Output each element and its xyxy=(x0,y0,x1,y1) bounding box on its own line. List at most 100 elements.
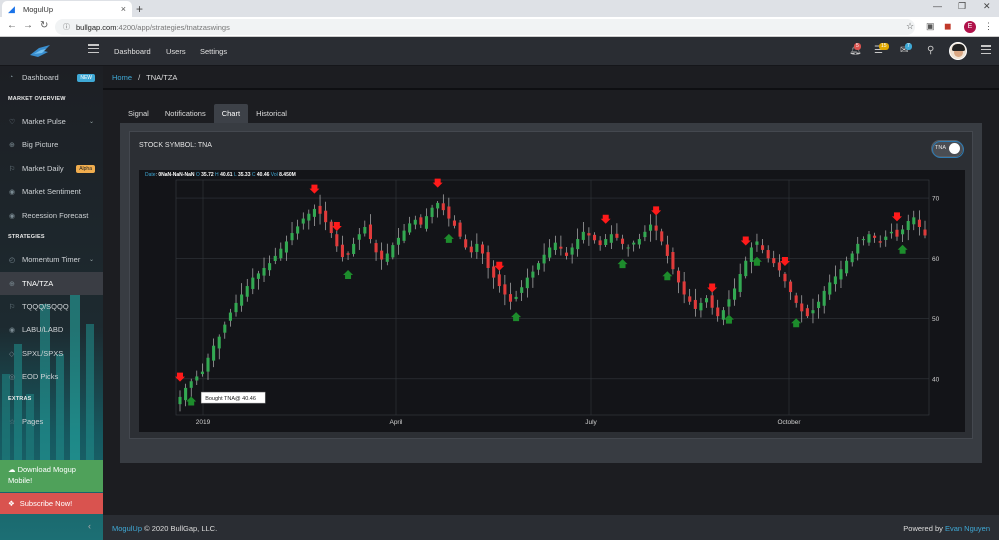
candlestick-chart-svg[interactable]: 40 50 60 70 2019 April July October Bought TNA@ … xyxy=(139,170,965,432)
sidebar-item-market-sentiment[interactable]: ◉ Market Sentiment xyxy=(0,180,103,203)
dashboard-icon: ◔ xyxy=(9,74,14,81)
tab-signal[interactable]: Signal xyxy=(120,104,157,123)
tab-historical[interactable]: Historical xyxy=(248,104,295,123)
candle-body xyxy=(570,247,574,255)
sidebar-item-dashboard[interactable]: ◔ Dashboard NEW xyxy=(0,66,103,89)
extension-icon[interactable]: ▣ xyxy=(926,21,935,32)
candle-body xyxy=(419,217,423,225)
candle-body xyxy=(587,233,591,236)
sidebar-item-label: Pages xyxy=(22,417,44,426)
toggle-knob xyxy=(949,143,960,154)
extension-red-icon[interactable]: ◼ xyxy=(944,21,951,32)
browser-tab-title: MogulUp xyxy=(23,4,54,14)
url-field[interactable]: ⓘ bullgap.com:4200/app/strategies/tnatza… xyxy=(55,19,915,35)
sidebar: ◔ Dashboard NEW MARKET OVERVIEW ♡ Market… xyxy=(0,66,103,540)
sidebar-toggle-icon[interactable] xyxy=(88,44,99,53)
sidebar-item-spxl-spxs[interactable]: ◇ SPXL/SPXS xyxy=(0,342,103,365)
sidebar-item-tna-tza[interactable]: ⊕ TNA/TZA xyxy=(0,272,103,295)
footer-credits: Powered by Evan Nguyen xyxy=(903,524,990,533)
sidebar-item-label: SPXL/SPXS xyxy=(22,349,64,358)
candle-body xyxy=(200,371,204,375)
candle-body xyxy=(755,241,759,245)
candle-body xyxy=(749,247,753,262)
nav-users[interactable]: Users xyxy=(166,47,186,56)
tab-notifications[interactable]: Notifications xyxy=(157,104,214,123)
candle-body xyxy=(783,273,787,282)
user-avatar[interactable] xyxy=(949,42,967,60)
browser-profile-avatar[interactable]: E xyxy=(964,21,976,33)
buy-arrow-icon xyxy=(791,318,802,328)
subscribe-button[interactable]: ❖ Subscribe Now! xyxy=(0,493,103,514)
sidebar-item-tqqq-sqqq[interactable]: ⚐ TQQQ/SQQQ xyxy=(0,295,103,318)
tab-close-icon[interactable]: × xyxy=(121,4,126,14)
reload-icon[interactable]: ↻ xyxy=(40,20,48,31)
nav-settings[interactable]: Settings xyxy=(200,47,227,56)
minimize-icon[interactable]: — xyxy=(933,1,942,11)
location-pin-icon[interactable]: ⚲ xyxy=(927,45,934,56)
footer-brand-link[interactable]: MogulUp xyxy=(112,524,142,533)
info-icon[interactable]: ⓘ xyxy=(63,22,70,32)
section-extras: EXTRAS xyxy=(8,396,32,402)
eye-icon: ◉ xyxy=(9,212,16,220)
stock-chart[interactable]: 40 50 60 70 2019 April July October Bought TNA@ … xyxy=(139,170,965,432)
candle-body xyxy=(548,247,552,258)
nav-dashboard[interactable]: Dashboard xyxy=(114,47,151,56)
tab-chart[interactable]: Chart xyxy=(213,104,249,123)
breadcrumb-home-link[interactable]: Home xyxy=(112,73,132,82)
candle-body xyxy=(273,255,277,261)
sidebar-collapse-icon[interactable]: ‹ xyxy=(88,521,91,531)
candle-body xyxy=(867,234,871,243)
forward-icon[interactable]: → xyxy=(23,20,33,31)
sidebar-item-market-daily[interactable]: ⚐ Market Daily Alpha xyxy=(0,157,103,180)
candle-body xyxy=(508,294,513,302)
candle-body xyxy=(581,231,585,240)
buy-arrow-icon xyxy=(897,244,908,254)
browser-menu-icon[interactable]: ⋮ xyxy=(984,21,993,32)
candle-body xyxy=(917,219,921,227)
candle-body xyxy=(884,236,888,240)
candle-body xyxy=(833,276,837,285)
x-tick-label: 2019 xyxy=(196,419,211,426)
sidebar-item-market-pulse[interactable]: ♡ Market Pulse ⌄ xyxy=(0,110,103,133)
candle-body xyxy=(716,307,720,317)
buy-arrow-icon xyxy=(617,259,628,269)
sidebar-item-momentum-timer[interactable]: ◴ Momentum Timer ⌄ xyxy=(0,248,103,271)
candle-body xyxy=(486,252,490,268)
restore-icon[interactable]: ❐ xyxy=(958,1,966,12)
bullgap-logo-icon[interactable] xyxy=(28,42,52,60)
candle-body xyxy=(256,273,260,279)
breadcrumb-current: TNA/TZA xyxy=(146,73,178,82)
candle-body xyxy=(296,226,300,234)
candle-body xyxy=(632,242,636,245)
heart-icon: ♡ xyxy=(9,118,16,126)
back-icon[interactable]: ← xyxy=(7,20,17,31)
candle-body xyxy=(536,263,541,270)
symbol-toggle[interactable]: TNA xyxy=(931,140,964,158)
diamond-icon: ◇ xyxy=(9,350,15,358)
sidebar-item-labu-labd[interactable]: ◉ LABU/LABD xyxy=(0,318,103,341)
aside-menu-icon[interactable] xyxy=(981,45,991,54)
sidebar-item-recession-forecast[interactable]: ◉ Recession Forecast xyxy=(0,204,103,227)
new-tab-icon[interactable]: + xyxy=(136,2,143,16)
sidebar-item-label: TNA/TZA xyxy=(22,279,54,288)
candle-body xyxy=(514,296,518,299)
candle-body xyxy=(772,258,776,264)
candle-body xyxy=(693,299,697,309)
ohlc-low-value: 35.33 xyxy=(237,172,251,178)
window-close-icon[interactable]: ✕ xyxy=(983,1,991,12)
bookmark-star-icon[interactable]: ☆ xyxy=(906,21,914,32)
sidebar-item-big-picture[interactable]: ⊕ Big Picture xyxy=(0,133,103,156)
candle-body xyxy=(794,295,798,303)
candle-body xyxy=(564,252,569,256)
download-mobile-button[interactable]: ☁︎ Download Mogup Mobile! xyxy=(0,460,103,492)
candle-body xyxy=(733,288,737,300)
browser-tab[interactable]: ◢ MogulUp × xyxy=(2,1,132,17)
y-tick-label: 60 xyxy=(932,256,940,263)
sidebar-item-eod-picks[interactable]: ◎ EOD Picks xyxy=(0,365,103,388)
candle-body xyxy=(604,239,608,245)
sidebar-item-pages[interactable]: ☆ Pages xyxy=(0,410,103,433)
candle-body xyxy=(413,219,417,225)
cloud-download-icon: ☁︎ xyxy=(8,465,16,474)
address-bar: ← → ↻ ⓘ bullgap.com:4200/app/strategies/… xyxy=(0,17,999,37)
footer-author-link[interactable]: Evan Nguyen xyxy=(945,524,990,533)
